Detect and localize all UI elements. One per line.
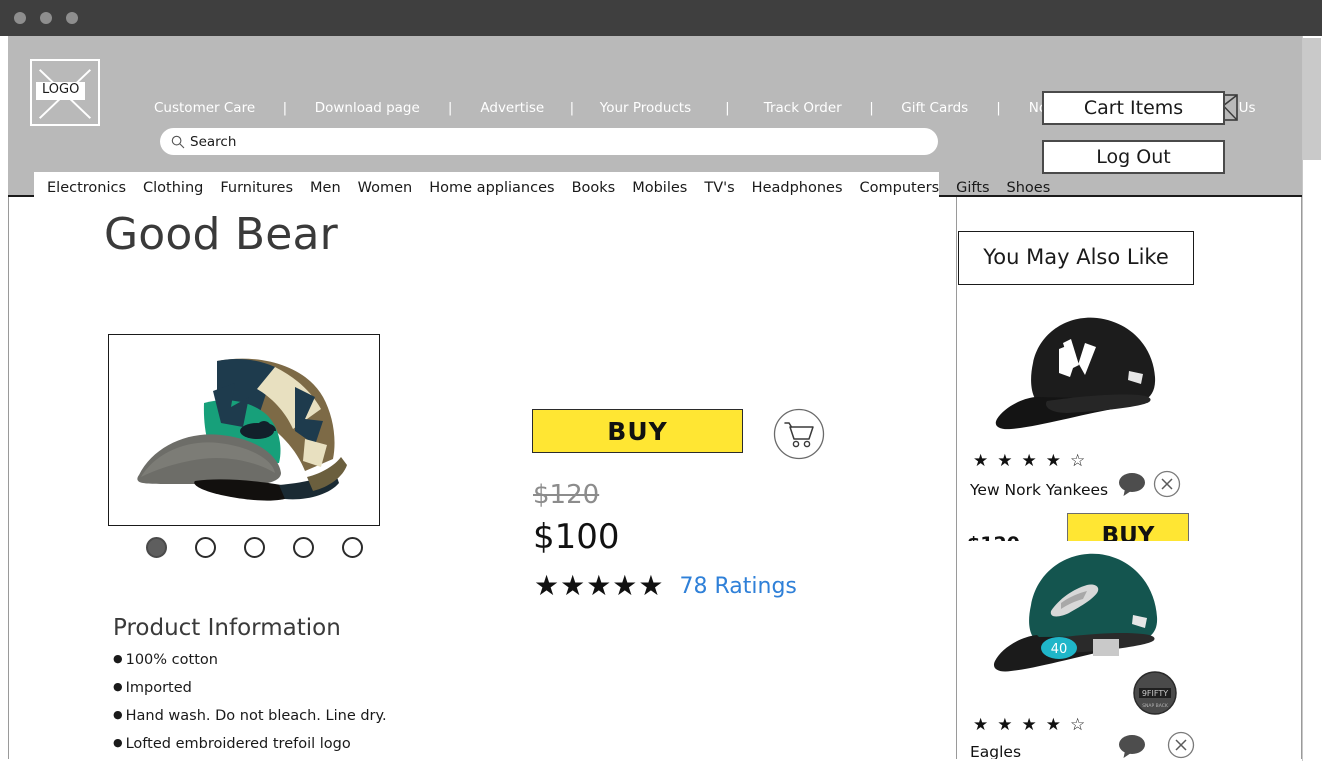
product-info-item-text: 100% cotton xyxy=(125,652,218,668)
cart-items-button[interactable]: Cart Items xyxy=(1042,91,1225,125)
window-minimize-button[interactable] xyxy=(40,12,52,24)
product-image-graphic xyxy=(109,335,379,525)
product-info-item: ● Hand wash. Do not bleach. Line dry. xyxy=(113,707,533,725)
top-link-advertise[interactable]: Advertise xyxy=(480,98,544,118)
window-titlebar xyxy=(0,0,1322,36)
recommendation-image[interactable] xyxy=(963,301,1213,436)
bullet-icon: ● xyxy=(113,652,123,665)
search-input[interactable] xyxy=(190,133,890,150)
page-body: LOGO Customer Care | Download page | Adverti… xyxy=(0,36,1322,761)
top-link-separator: | xyxy=(447,100,453,116)
thumbnail-dots xyxy=(146,537,363,558)
product-information-title: Product Information xyxy=(113,615,341,641)
vertical-scrollbar-thumb[interactable] xyxy=(1303,38,1321,160)
svg-text:SNAP BACK: SNAP BACK xyxy=(1142,703,1169,709)
bullet-icon: ● xyxy=(113,679,123,693)
rating-stars: ★★★★★ xyxy=(534,569,665,602)
top-link-customer-care[interactable]: Customer Care xyxy=(154,98,255,118)
product-info-item: ● Lofted embroidered trefoil logo xyxy=(113,735,533,753)
product-info-item: ● 100% cotton xyxy=(113,652,533,669)
top-link-separator: | xyxy=(569,100,575,116)
thumbnail-dot-1[interactable] xyxy=(146,537,167,558)
close-circle-icon[interactable] xyxy=(1153,470,1181,498)
top-link-separator: | xyxy=(869,100,874,116)
newera-badge-icon: 9FIFTY SNAP BACK xyxy=(1133,671,1177,715)
svg-text:40: 40 xyxy=(1051,642,1068,657)
chat-bubble-icon[interactable] xyxy=(1118,734,1146,759)
close-circle-icon[interactable] xyxy=(1167,731,1195,759)
window-close-button[interactable] xyxy=(14,12,26,24)
recommendation-image[interactable]: 40 xyxy=(963,541,1213,676)
current-price: $100 xyxy=(533,517,620,557)
thumbnail-dot-4[interactable] xyxy=(293,537,314,558)
thumbnail-dot-5[interactable] xyxy=(342,537,363,558)
recommendations-title: You May Also Like xyxy=(958,231,1194,285)
log-out-button[interactable]: Log Out xyxy=(1042,140,1225,174)
product-image[interactable] xyxy=(108,334,380,526)
thumbnail-dot-3[interactable] xyxy=(244,537,265,558)
search-bar[interactable] xyxy=(160,128,938,155)
search-icon xyxy=(171,135,185,148)
top-link-separator: | xyxy=(282,100,288,116)
recommendations-panel: You May Also Like ★★★★☆ Yew Nork Yankees xyxy=(956,197,1293,761)
original-price: $120 xyxy=(533,480,600,510)
browser-window: LOGO Customer Care | Download page | Adverti… xyxy=(0,0,1322,761)
product-information: Product Information ● 100% cotton ● Importe… xyxy=(113,615,533,761)
site-header: LOGO Customer Care | Download page | Adverti… xyxy=(8,36,1302,204)
chat-bubble-icon[interactable] xyxy=(1118,472,1146,497)
product-info-item-text: Lofted embroidered trefoil logo xyxy=(125,735,351,752)
recommendation-stars: ★★★★☆ xyxy=(973,715,1095,735)
recommendation-card[interactable]: 40 9FIFTY SNAP BACK ★★★★☆ Eagles xyxy=(957,541,1293,761)
product-info-item: ● Imported xyxy=(113,679,533,697)
top-link-track-order[interactable]: Track Order xyxy=(764,98,842,118)
ratings-count-link[interactable]: 78 Ratings xyxy=(680,574,797,599)
product-title: Good Bear xyxy=(104,209,338,260)
product-info-item-text: Hand wash. Do not bleach. Line dry. xyxy=(125,707,387,724)
buy-button[interactable]: BUY xyxy=(532,409,743,453)
recommendation-stars: ★★★★☆ xyxy=(973,451,1095,471)
top-link-your-products[interactable]: Your Products xyxy=(600,98,691,118)
top-link-separator: | xyxy=(996,100,1001,116)
top-link-separator: | xyxy=(725,100,730,116)
thumbnail-dot-2[interactable] xyxy=(195,537,216,558)
product-information-list: ● 100% cotton ● Imported ● Hand wash. Do not … xyxy=(113,652,533,753)
recommendation-card[interactable]: ★★★★☆ Yew Nork Yankees $120 BUY xyxy=(957,301,1293,559)
bullet-icon: ● xyxy=(113,735,123,749)
rating-row: ★★★★★ 78 Ratings xyxy=(534,572,797,600)
top-link-download-page[interactable]: Download page xyxy=(315,98,420,118)
svg-text:9FIFTY: 9FIFTY xyxy=(1142,689,1168,698)
top-link-gift-cards[interactable]: Gift Cards xyxy=(901,98,968,118)
recommendation-name: Yew Nork Yankees xyxy=(970,481,1109,499)
add-to-cart-icon[interactable] xyxy=(773,408,825,460)
bullet-icon: ● xyxy=(113,707,123,721)
logo-label: LOGO xyxy=(36,82,86,100)
product-info-item-text: Imported xyxy=(125,679,192,696)
window-maximize-button[interactable] xyxy=(66,12,78,24)
